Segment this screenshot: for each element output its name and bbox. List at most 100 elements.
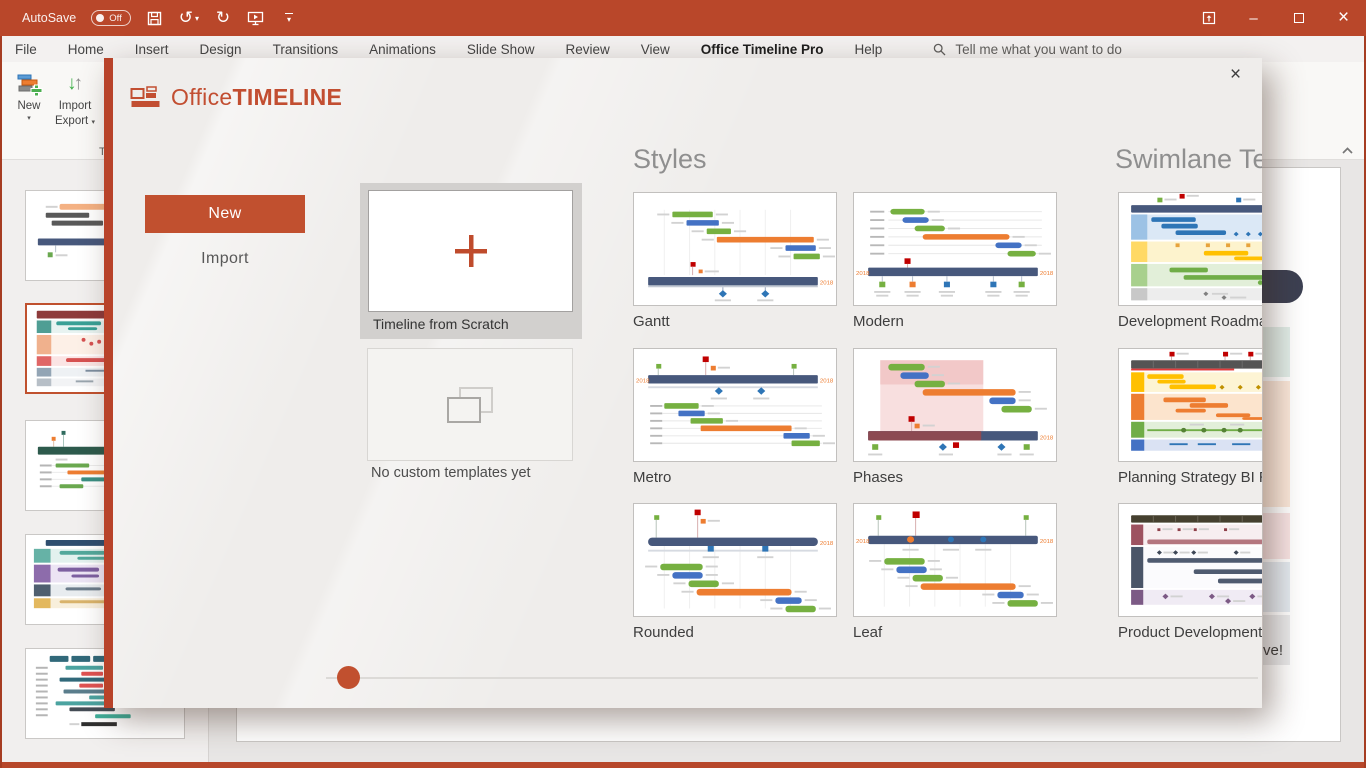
tab-slide-show[interactable]: Slide Show [467, 42, 535, 57]
timeline-from-scratch-card[interactable]: Timeline from Scratch [360, 183, 582, 339]
template-label: Phases [853, 469, 1057, 486]
undo-caret-icon: ▾ [195, 14, 199, 23]
template-label: Gantt [633, 313, 837, 330]
office-timeline-logo-icon [130, 84, 161, 111]
template-label: Metro [633, 469, 837, 486]
template-thumbnail: 2018 [853, 348, 1057, 462]
template-card-planning-strategy[interactable]: Planning Strategy BI Ro [1118, 348, 1262, 486]
search-placeholder: Tell me what you want to do [955, 42, 1122, 57]
tab-design[interactable]: Design [200, 42, 242, 57]
template-label: Rounded [633, 624, 837, 641]
template-thumbnail: 2018 [633, 192, 837, 306]
template-art [1119, 504, 1262, 616]
dialog-nav-import[interactable]: Import [145, 250, 305, 268]
powerpoint-window: AutoSave Off ↺ ▾ ↻ [0, 0, 1366, 768]
svg-text:2018: 2018 [1040, 539, 1053, 545]
quick-access-toolbar: AutoSave Off ↺ ▾ ↻ [0, 0, 298, 36]
autosave-state: Off [109, 13, 122, 24]
template-card-leaf[interactable]: 20182018 Leaf [853, 503, 1057, 641]
search-icon [933, 43, 946, 56]
svg-text:2018: 2018 [820, 541, 833, 547]
template-card-rounded[interactable]: 2018 Rounded [633, 503, 837, 641]
tab-review[interactable]: Review [565, 42, 609, 57]
template-thumbnail [1118, 503, 1262, 617]
redo-button[interactable]: ↻ [214, 5, 232, 31]
export-label: Export ▾ [55, 114, 95, 129]
autosave-toggle[interactable]: Off [91, 10, 131, 26]
timeline-from-scratch-thumbnail [368, 190, 573, 312]
minimize-button[interactable]: – [1231, 0, 1276, 36]
customize-qat-icon [285, 13, 293, 14]
autosave-toggle-knob [96, 14, 104, 22]
template-label: Planning Strategy BI Ro [1118, 469, 1262, 486]
export-caret-icon: ▾ [91, 119, 95, 126]
new-timeline-button[interactable]: New ▾ [8, 69, 50, 123]
template-card-modern[interactable]: 20182018 Modern [853, 192, 1057, 330]
no-custom-templates-label: No custom templates yet [371, 465, 531, 481]
redo-icon: ↻ [216, 8, 230, 28]
template-card-gantt[interactable]: 2018 Gantt [633, 192, 837, 330]
template-label: Modern [853, 313, 1057, 330]
status-bar [0, 762, 1366, 768]
template-card-product-development[interactable]: Product Development & [1118, 503, 1262, 641]
dialog-scrollbar-track[interactable] [326, 677, 1258, 679]
window-border-left [0, 36, 2, 768]
template-card-phases[interactable]: 2018 Phases [853, 348, 1057, 486]
svg-text:2018: 2018 [820, 281, 833, 287]
template-art: 20182018 [854, 193, 1056, 305]
customize-qat-button[interactable]: ▾ [280, 5, 298, 31]
template-thumbnail: 20182018 [853, 192, 1057, 306]
svg-text:2018: 2018 [636, 379, 649, 385]
window-controls: – × [1186, 0, 1366, 36]
tab-view[interactable]: View [641, 42, 670, 57]
no-custom-templates-card [367, 348, 573, 461]
dialog-scrollbar-knob[interactable] [337, 666, 360, 689]
template-card-development-roadmap[interactable]: Development Roadmap [1118, 192, 1262, 330]
qat-caret-icon: ▾ [287, 15, 291, 24]
tell-me-search[interactable]: Tell me what you want to do [933, 42, 1122, 57]
new-timeline-icon [16, 71, 43, 98]
import-export-icon: ↓↑ [67, 69, 83, 99]
ribbon-display-options-button[interactable] [1186, 0, 1231, 36]
save-button[interactable] [146, 5, 164, 31]
template-thumbnail: 2018 [633, 503, 837, 617]
dialog-nav-new[interactable]: New [145, 195, 305, 233]
new-button-label: New [17, 99, 40, 114]
start-slideshow-button[interactable] [247, 5, 265, 31]
plus-icon [450, 230, 492, 272]
undo-button[interactable]: ↺ ▾ [179, 5, 199, 31]
dialog-close-button[interactable]: × [1230, 64, 1241, 86]
template-art: 2018 [854, 349, 1056, 461]
close-button[interactable]: × [1321, 0, 1366, 36]
styles-header: Styles [633, 144, 707, 175]
tab-help[interactable]: Help [855, 42, 883, 57]
new-button-caret-icon: ▾ [27, 114, 31, 123]
svg-text:2018: 2018 [1040, 271, 1053, 277]
slide-swimlane-fragment-blue [1263, 562, 1290, 612]
template-art [1119, 349, 1262, 461]
tab-home[interactable]: Home [68, 42, 104, 57]
maximize-button[interactable] [1276, 0, 1321, 36]
svg-text:2018: 2018 [820, 379, 833, 385]
copy-icon [447, 387, 493, 423]
template-thumbnail [1118, 348, 1262, 462]
import-export-button[interactable]: ↓↑ Import Export ▾ [50, 69, 100, 129]
slide-swimlane-fragment-peach [1263, 381, 1290, 507]
tab-transitions[interactable]: Transitions [273, 42, 339, 57]
dialog-accent-strip [104, 58, 113, 708]
template-card-metro[interactable]: 2018 2018 Metro [633, 348, 837, 486]
template-thumbnail [1118, 192, 1262, 306]
svg-text:2018: 2018 [1040, 436, 1053, 442]
slideshow-icon [247, 11, 264, 26]
slide-swimlane-fragment-teal [1263, 327, 1290, 377]
tab-office-timeline-pro[interactable]: Office Timeline Pro [701, 42, 824, 57]
office-timeline-dialog: × OfficeTIMELINE New Import Timeline fro… [104, 58, 1262, 708]
tab-file[interactable]: File [15, 42, 37, 57]
template-label: Development Roadmap [1118, 313, 1262, 330]
tab-animations[interactable]: Animations [369, 42, 436, 57]
tab-insert[interactable]: Insert [135, 42, 169, 57]
collapse-ribbon-icon[interactable] [1341, 146, 1354, 155]
timeline-from-scratch-label: Timeline from Scratch [373, 316, 509, 332]
template-label: Leaf [853, 624, 1057, 641]
template-thumbnail: 2018 2018 [633, 348, 837, 462]
